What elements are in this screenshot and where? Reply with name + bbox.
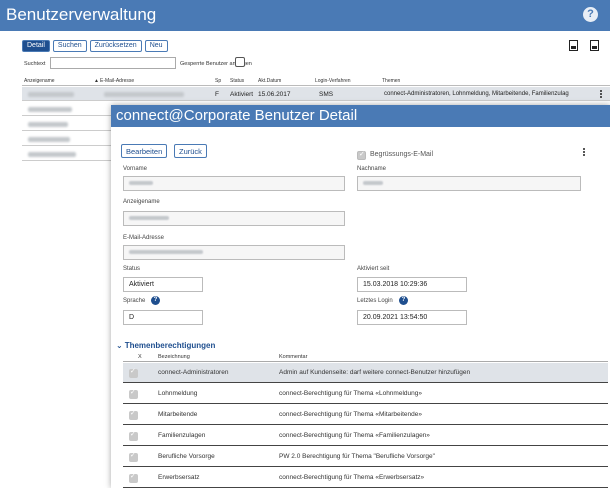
users-table-header: Anzeigename ▲ E-Mail-Adresse Sp Status A… (22, 76, 610, 86)
col-akt-datum[interactable]: Akt.Datum (258, 78, 281, 84)
checkbox-checked-icon[interactable] (129, 451, 138, 462)
greeting-email-checkbox[interactable] (357, 150, 366, 160)
reset-button[interactable]: Zurücksetzen (89, 40, 142, 52)
permission-name: connect-Administratoren (158, 369, 229, 376)
permissions-table-header: X Bezeichnung Kommentar (123, 353, 608, 362)
search-input[interactable] (50, 57, 176, 69)
nachname-label: Nachname (357, 166, 387, 172)
blurred-name (28, 122, 68, 127)
row-themen: connect-Administratoren, Lohnmeldung, Mi… (384, 91, 569, 97)
anzeigename-field[interactable] (123, 211, 345, 226)
permission-comment: connect-Berechtigung für Thema «Erwerbse… (279, 474, 425, 481)
permission-name: Erwerbsersatz (158, 474, 200, 481)
blurred-name (28, 107, 72, 112)
xls-icon[interactable] (590, 40, 599, 51)
vorname-label: Vorname (123, 166, 148, 172)
toolbar: Detail Suchen Zurücksetzen Neu (22, 40, 168, 52)
dialog-title: connect@Corporate Benutzer Detail (116, 107, 358, 124)
new-button[interactable]: Neu (144, 40, 168, 52)
edit-button[interactable]: Bearbeiten (121, 144, 168, 158)
permission-name: Familienzulagen (158, 432, 206, 439)
kebab-menu-icon[interactable] (583, 148, 585, 157)
search-button[interactable]: Suchen (52, 40, 87, 52)
col-bezeichnung: Bezeichnung (158, 354, 190, 360)
col-sp[interactable]: Sp (215, 78, 221, 84)
info-icon[interactable]: ? (399, 296, 408, 305)
info-icon[interactable]: ? (151, 296, 160, 305)
letztes-login-label: Letztes Login (357, 298, 393, 304)
sprache-label: Sprache (123, 298, 146, 304)
dialog-titlebar: connect@Corporate Benutzer Detail (111, 105, 610, 127)
themenberechtigungen-section[interactable]: ⌄ Themenberechtigungen (116, 341, 215, 350)
col-anzeigename[interactable]: Anzeigename (24, 78, 55, 84)
checkbox-checked-icon[interactable] (129, 430, 138, 441)
email-field[interactable] (123, 245, 345, 260)
col-x: X (138, 354, 142, 360)
back-button[interactable]: Zurück (174, 144, 207, 158)
permission-row[interactable]: Lohnmeldung connect-Berechtigung für The… (123, 384, 608, 404)
anzeigename-label: Anzeigename (123, 199, 160, 205)
search-label: Suchtext (24, 61, 46, 67)
permission-name: Mitarbeitende (158, 411, 198, 418)
user-detail-dialog: connect@Corporate Benutzer Detail Bearbe… (111, 105, 610, 488)
greeting-email-label: Begrüssungs-E-Mail (370, 151, 434, 158)
status-field[interactable]: Aktiviert (123, 277, 203, 292)
nachname-field[interactable] (357, 176, 581, 191)
col-kommentar: Kommentar (279, 354, 308, 360)
permission-row[interactable]: Berufliche Vorsorge PW 2.0 Berechtigung … (123, 447, 608, 467)
col-sort-icon[interactable]: ▲ (94, 78, 99, 84)
chevron-down-icon[interactable]: ⌄ (116, 341, 123, 350)
permission-comment: connect-Berechtigung für Thema «Familien… (279, 432, 430, 439)
permission-comment: connect-Berechtigung für Thema «Mitarbei… (279, 411, 422, 418)
permission-row[interactable]: Erwerbsersatz connect-Berechtigung für T… (123, 468, 608, 488)
col-login[interactable]: Login-Verfahren (315, 78, 351, 84)
blurred-name (28, 152, 76, 157)
letztes-login-field[interactable]: 20.09.2021 13:54:50 (357, 310, 467, 325)
permission-row[interactable]: connect-Administratoren Admin auf Kunden… (123, 363, 608, 383)
table-row[interactable]: F Aktiviert 15.06.2017 SMS connect-Admin… (22, 87, 610, 101)
sprache-field[interactable]: D (123, 310, 203, 325)
section-title: Themenberechtigungen (124, 341, 216, 350)
permission-name: Lohnmeldung (158, 390, 198, 397)
blocked-users-checkbox[interactable] (235, 57, 245, 67)
email-label: E-Mail-Adresse (123, 235, 165, 241)
permission-row[interactable]: Familienzulagen connect-Berechtigung für… (123, 426, 608, 446)
help-icon[interactable]: ? (583, 7, 598, 22)
permission-name: Berufliche Vorsorge (158, 453, 215, 460)
row-sp: F (215, 91, 219, 98)
permission-comment: connect-Berechtigung für Thema «Lohnmeld… (279, 390, 422, 397)
pdf-icon[interactable] (569, 40, 578, 51)
blurred-name (28, 92, 74, 97)
blurred-email (104, 92, 184, 97)
aktiviert-seit-label: Aktiviert seit (357, 266, 390, 272)
checkbox-checked-icon[interactable] (129, 409, 138, 420)
aktiviert-seit-field[interactable]: 15.03.2018 10:29:36 (357, 277, 467, 292)
col-themen[interactable]: Themen (382, 78, 400, 84)
row-date: 15.06.2017 (258, 91, 291, 98)
kebab-menu-icon[interactable] (600, 90, 603, 99)
row-login: SMS (319, 91, 334, 98)
checkbox-checked-icon[interactable] (129, 388, 138, 399)
col-email[interactable]: E-Mail-Adresse (100, 78, 134, 84)
app-title: Benutzerverwaltung (6, 5, 157, 24)
detail-button[interactable]: Detail (22, 40, 50, 52)
col-status[interactable]: Status (230, 78, 244, 84)
app-titlebar: Benutzerverwaltung ? (0, 0, 610, 31)
status-label: Status (123, 266, 141, 272)
checkbox-checked-icon[interactable] (129, 472, 138, 483)
permission-row[interactable]: Mitarbeitende connect-Berechtigung für T… (123, 405, 608, 425)
permission-comment: Admin auf Kundenseite: darf weitere conn… (279, 369, 471, 376)
row-status: Aktiviert (230, 91, 254, 98)
vorname-field[interactable] (123, 176, 345, 191)
checkbox-checked-icon[interactable] (129, 367, 138, 378)
blurred-name (28, 137, 70, 142)
permission-comment: PW 2.0 Berechtigung für Thema "Beruflich… (279, 453, 435, 460)
